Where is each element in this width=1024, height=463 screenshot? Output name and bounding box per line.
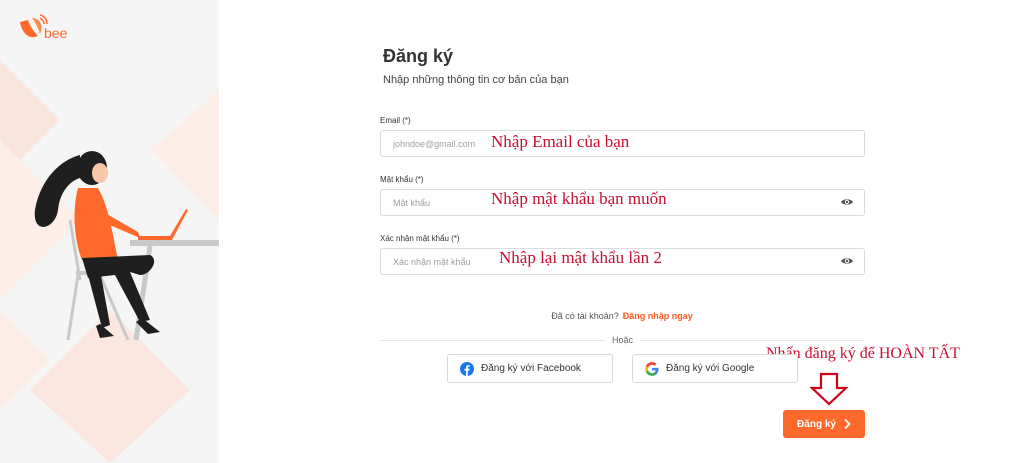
divider-right [640,340,865,341]
login-question: Đã có tài khoản? [551,311,619,321]
register-button-label: Đăng ký [797,418,836,430]
password-hint-annotation: Nhập mật khẩu bạn muốn [491,189,667,208]
google-icon [645,361,659,376]
register-submit-button[interactable]: Đăng ký [783,410,865,438]
facebook-icon [460,361,474,376]
or-separator: Hoặc [612,335,634,345]
login-link[interactable]: Đăng nhập ngay [623,311,693,321]
eye-icon[interactable] [840,256,854,266]
chevron-right-icon [844,419,851,429]
divider-left [380,340,605,341]
eye-icon[interactable] [840,197,854,207]
google-signup-button[interactable]: Đăng ký với Google [632,354,798,383]
logo-text: bee [44,25,68,41]
arrow-down-icon [810,372,848,406]
bee-logo: bee [20,14,68,41]
facebook-button-label: Đăng ký với Facebook [481,363,581,374]
confirm-hint-annotation: Nhập lại mật khẩu lần 2 [499,248,662,267]
email-label: Email (*) [380,116,411,125]
woman-laptop-illustration [0,60,219,463]
facebook-signup-button[interactable]: Đăng ký với Facebook [447,354,613,383]
left-illustration-panel: bee [0,0,219,463]
google-button-label: Đăng ký với Google [666,363,755,374]
page-title: Đăng ký [383,46,454,66]
password-label: Mật khẩu (*) [380,175,424,184]
confirm-password-label: Xác nhận mật khẩu (*) [380,234,460,243]
page-subtitle: Nhập những thông tin cơ bản của bạn [383,74,569,86]
email-hint-annotation: Nhập Email của bạn [491,132,630,151]
login-prompt: Đã có tài khoản? Đăng nhập ngay [0,311,1024,321]
